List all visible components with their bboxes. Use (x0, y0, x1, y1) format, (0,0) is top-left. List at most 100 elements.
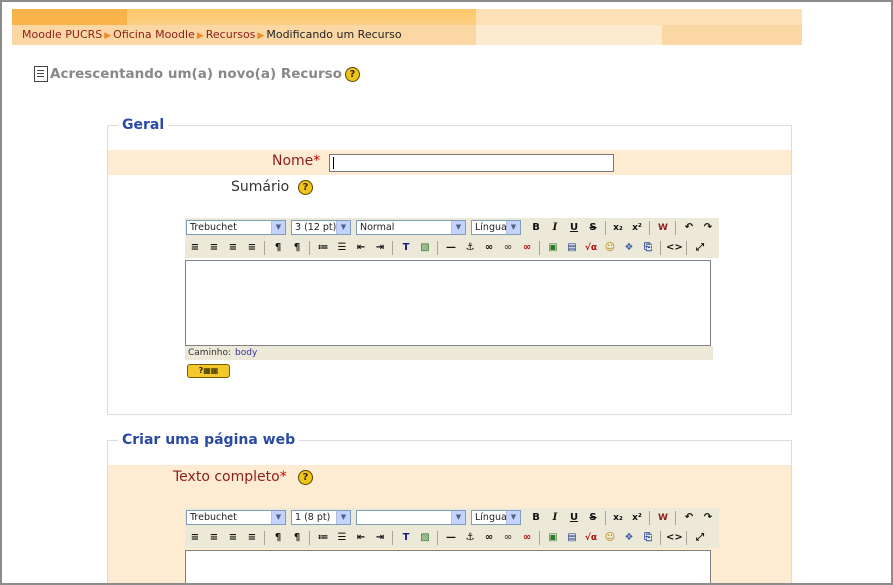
fullscreen-icon[interactable]: ⤢ (692, 530, 708, 546)
redo-icon[interactable]: ↷ (700, 220, 716, 236)
undo-icon[interactable]: ↶ (681, 220, 697, 236)
language-select[interactable]: Língua ▼ (471, 510, 521, 525)
align-left-icon[interactable]: ≡ (187, 240, 203, 256)
strikethrough-icon[interactable]: S (585, 510, 601, 526)
summary-editor: Trebuchet ▼ 3 (12 pt) ▼ Normal ▼ Língua ▼ B … (185, 218, 719, 378)
unordered-list-icon[interactable]: ☰ (334, 530, 350, 546)
superscript-icon[interactable]: x² (629, 510, 645, 526)
align-right-icon[interactable]: ≡ (225, 530, 241, 546)
format-select[interactable]: Normal ▼ (356, 220, 466, 235)
anchor-icon[interactable]: ⚓ (462, 240, 478, 256)
ltr-icon[interactable]: ¶ (270, 530, 286, 546)
find-replace-icon[interactable]: ⎘ (640, 530, 656, 546)
strikethrough-icon[interactable]: S (585, 220, 601, 236)
italic-icon[interactable]: I (547, 220, 563, 236)
breadcrumb-link-oficina-moodle[interactable]: Oficina Moodle (113, 28, 195, 41)
summary-help-icon[interactable]: ? (298, 180, 313, 195)
underline-icon[interactable]: U (566, 220, 582, 236)
nolink-icon[interactable]: ∞ (519, 240, 535, 256)
summary-label: Sumário (231, 179, 290, 195)
unlink-icon[interactable]: ∞ (500, 530, 516, 546)
language-select[interactable]: Língua ▼ (471, 220, 521, 235)
smiley-icon[interactable]: ☺ (602, 530, 618, 546)
subscript-icon[interactable]: x₂ (610, 220, 626, 236)
table-icon[interactable]: ▤ (564, 240, 580, 256)
align-right-icon[interactable]: ≡ (225, 240, 241, 256)
html-source-icon[interactable]: <> (666, 530, 683, 546)
justify-icon[interactable]: ≡ (244, 530, 260, 546)
tex-icon[interactable]: √α (583, 240, 599, 256)
chevron-down-icon: ▼ (451, 221, 465, 234)
ordered-list-icon[interactable]: ≔ (315, 530, 331, 546)
editor-help-icon[interactable]: ?▦▦ (187, 364, 230, 378)
text-color-icon[interactable]: T (398, 530, 414, 546)
undo-icon[interactable]: ↶ (681, 510, 697, 526)
superscript-icon[interactable]: x² (629, 220, 645, 236)
rtl-icon[interactable]: ¶ (289, 240, 305, 256)
font-select[interactable]: Trebuchet ▼ (186, 220, 286, 235)
chevron-down-icon: ▼ (506, 221, 520, 234)
path-body-link[interactable]: body (235, 348, 257, 358)
full-text-edit-area[interactable] (185, 550, 711, 583)
special-char-icon[interactable]: ❖ (621, 530, 637, 546)
editor-toolbar-row1: Trebuchet ▼ 1 (8 pt) ▼ ▼ Língua ▼ B I U S x… (185, 508, 719, 528)
paste-word-icon[interactable]: W (655, 510, 671, 526)
help-icon[interactable]: ? (344, 66, 360, 82)
table-icon[interactable]: ▤ (564, 530, 580, 546)
subscript-icon[interactable]: x₂ (610, 510, 626, 526)
ltr-icon[interactable]: ¶ (270, 240, 286, 256)
breadcrumb-separator-icon: ▶ (257, 31, 265, 41)
editor-toolbar-row2: ≡ ≡ ≡ ≡ ¶ ¶ ≔ ☰ ⇤ ⇥ T ▧ — ⚓ ∞ ∞ ∞ ▣ ▤ √α… (185, 238, 719, 258)
full-text-help-icon[interactable]: ? (298, 470, 313, 485)
font-select[interactable]: Trebuchet ▼ (186, 510, 286, 525)
link-icon[interactable]: ∞ (481, 240, 497, 256)
indent-icon[interactable]: ⇥ (372, 530, 388, 546)
nolink-icon[interactable]: ∞ (519, 530, 535, 546)
background-color-icon[interactable]: ▧ (417, 530, 433, 546)
breadcrumb-link-recursos[interactable]: Recursos (206, 28, 256, 41)
align-left-icon[interactable]: ≡ (187, 530, 203, 546)
smiley-icon[interactable]: ☺ (602, 240, 618, 256)
unlink-icon[interactable]: ∞ (500, 240, 516, 256)
required-marker: * (313, 153, 321, 169)
image-icon[interactable]: ▣ (545, 240, 561, 256)
breadcrumb-link-moodle-pucrs[interactable]: Moodle PUCRS (22, 28, 102, 41)
background-color-icon[interactable]: ▧ (417, 240, 433, 256)
horizontal-rule-icon[interactable]: — (443, 240, 459, 256)
breadcrumb-current: Modificando um Recurso (266, 28, 402, 41)
format-select[interactable]: ▼ (356, 510, 466, 525)
link-icon[interactable]: ∞ (481, 530, 497, 546)
align-center-icon[interactable]: ≡ (206, 530, 222, 546)
anchor-icon[interactable]: ⚓ (462, 530, 478, 546)
outdent-icon[interactable]: ⇤ (353, 240, 369, 256)
horizontal-rule-icon[interactable]: — (443, 530, 459, 546)
redo-icon[interactable]: ↷ (700, 510, 716, 526)
size-select[interactable]: 1 (8 pt) ▼ (291, 510, 351, 525)
name-input[interactable] (329, 154, 614, 172)
align-center-icon[interactable]: ≡ (206, 240, 222, 256)
page-frame: Moodle PUCRS ▶ Oficina Moodle ▶ Recursos ▶ Mod… (0, 0, 893, 585)
image-icon[interactable]: ▣ (545, 530, 561, 546)
summary-edit-area[interactable] (185, 260, 711, 346)
outdent-icon[interactable]: ⇤ (353, 530, 369, 546)
bold-icon[interactable]: B (528, 220, 544, 236)
fullscreen-icon[interactable]: ⤢ (692, 240, 708, 256)
rtl-icon[interactable]: ¶ (289, 530, 305, 546)
breadcrumb: Moodle PUCRS ▶ Oficina Moodle ▶ Recursos ▶ Mod… (12, 25, 802, 45)
tex-icon[interactable]: √α (583, 530, 599, 546)
ordered-list-icon[interactable]: ≔ (315, 240, 331, 256)
justify-icon[interactable]: ≡ (244, 240, 260, 256)
special-char-icon[interactable]: ❖ (621, 240, 637, 256)
indent-icon[interactable]: ⇥ (372, 240, 388, 256)
chevron-down-icon: ▼ (271, 221, 285, 234)
paste-word-icon[interactable]: W (655, 220, 671, 236)
html-source-icon[interactable]: <> (666, 240, 683, 256)
chevron-down-icon: ▼ (271, 511, 285, 524)
underline-icon[interactable]: U (566, 510, 582, 526)
italic-icon[interactable]: I (547, 510, 563, 526)
bold-icon[interactable]: B (528, 510, 544, 526)
find-replace-icon[interactable]: ⎘ (640, 240, 656, 256)
size-select[interactable]: 3 (12 pt) ▼ (291, 220, 351, 235)
unordered-list-icon[interactable]: ☰ (334, 240, 350, 256)
text-color-icon[interactable]: T (398, 240, 414, 256)
